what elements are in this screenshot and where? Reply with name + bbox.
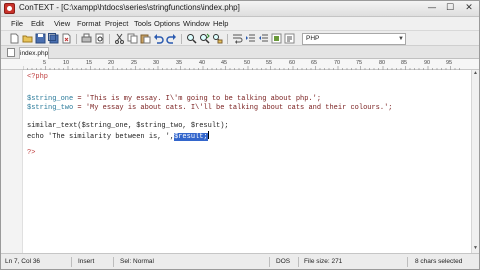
find-icon[interactable] xyxy=(186,33,197,44)
status-file-size: File size: 271 xyxy=(304,258,343,265)
toolbar-separator xyxy=(227,34,228,44)
bookmark-icon[interactable] xyxy=(271,33,282,44)
status-separator xyxy=(71,257,72,267)
context-app-icon[interactable] xyxy=(4,3,15,14)
paste-icon[interactable] xyxy=(140,33,151,44)
cut-icon[interactable] xyxy=(114,33,125,44)
menu-file[interactable]: File xyxy=(11,19,23,28)
code-text: = 'My essay is about cats. I\'ll be talk… xyxy=(73,104,393,112)
settings-icon[interactable] xyxy=(284,33,295,44)
undo-icon[interactable] xyxy=(153,33,164,44)
language-select-value: PHP xyxy=(306,35,320,42)
code-line-3[interactable]: $string_one = 'This is my essay. I\'m go… xyxy=(27,95,321,103)
status-selected-chars: 8 chars selected xyxy=(415,258,463,265)
maximize-button[interactable]: ☐ xyxy=(441,1,459,16)
code-line-4[interactable]: $string_two = 'My essay is about cats. I… xyxy=(27,104,392,112)
status-bar: Ln 7, Col 36 Insert Sel: Normal DOS File… xyxy=(1,253,479,269)
code-line-6[interactable]: similar_text($string_one, $string_two, $… xyxy=(27,122,229,130)
title-bar[interactable]: ConTEXT - [C:\xampp\htdocs\series\string… xyxy=(1,1,479,17)
scroll-up-icon[interactable]: ▲ xyxy=(472,70,479,78)
toolbar-separator xyxy=(76,34,77,44)
code-variable: $string_two xyxy=(27,104,74,112)
language-select[interactable]: PHP ▼ xyxy=(302,33,406,45)
document-tab-strip: index.php xyxy=(1,46,479,59)
minimize-button[interactable]: — xyxy=(423,1,441,16)
menu-bar: File Edit View Format Project Tools Opti… xyxy=(1,17,479,30)
editor-gutter[interactable] xyxy=(1,70,23,253)
print-preview-icon[interactable] xyxy=(94,33,105,44)
document-icon xyxy=(7,48,15,57)
scroll-down-icon[interactable]: ▼ xyxy=(472,245,479,253)
copy-icon[interactable] xyxy=(127,33,138,44)
status-mode: Insert xyxy=(78,258,95,265)
status-separator xyxy=(407,257,408,267)
selected-text[interactable]: $result; xyxy=(174,133,208,141)
app-window: ConTEXT - [C:\xampp\htdocs\series\string… xyxy=(0,0,480,270)
redo-icon[interactable] xyxy=(166,33,177,44)
menu-format[interactable]: Format xyxy=(77,19,101,28)
unindent-icon[interactable] xyxy=(258,33,269,44)
code-editor[interactable]: <?php $string_one = 'This is my essay. I… xyxy=(1,70,471,253)
open-folder-icon[interactable] xyxy=(22,33,33,44)
status-separator xyxy=(113,257,114,267)
tab-index-php[interactable]: index.php xyxy=(19,47,49,59)
new-file-icon[interactable] xyxy=(9,33,20,44)
status-selection-mode: Sel: Normal xyxy=(120,258,154,265)
vertical-scrollbar[interactable]: ▲ ▼ xyxy=(471,70,479,253)
chevron-down-icon[interactable]: ▼ xyxy=(398,34,404,44)
column-ruler: 5 10 15 20 25 30 35 40 45 50 55 60 65 70… xyxy=(1,59,479,70)
window-title: ConTEXT - [C:\xampp\htdocs\series\string… xyxy=(19,3,240,12)
menu-options[interactable]: Options xyxy=(154,19,180,28)
menu-window[interactable]: Window xyxy=(183,19,210,28)
text-cursor xyxy=(207,131,209,139)
indent-icon[interactable] xyxy=(245,33,256,44)
status-separator xyxy=(269,257,270,267)
menu-view[interactable]: View xyxy=(54,19,70,28)
code-line-1[interactable]: <?php xyxy=(27,73,48,81)
close-file-icon[interactable] xyxy=(61,33,72,44)
save-all-icon[interactable] xyxy=(48,33,59,44)
toolbar-separator xyxy=(181,34,182,44)
status-line-format: DOS xyxy=(276,258,291,265)
menu-edit[interactable]: Edit xyxy=(31,19,44,28)
toolbar-separator xyxy=(109,34,110,44)
code-line-7[interactable]: echo 'The similarity between is, ',$resu… xyxy=(27,131,209,141)
code-line-9[interactable]: ?> xyxy=(27,149,35,157)
menu-tools[interactable]: Tools xyxy=(134,19,152,28)
toolbar: PHP ▼ xyxy=(1,30,479,46)
find-next-icon[interactable] xyxy=(199,33,210,44)
status-position: Ln 7, Col 36 xyxy=(5,258,41,265)
close-button[interactable]: ✕ xyxy=(459,1,479,16)
menu-project[interactable]: Project xyxy=(105,19,128,28)
status-separator xyxy=(298,257,299,267)
save-icon[interactable] xyxy=(35,33,46,44)
word-wrap-icon[interactable] xyxy=(232,33,243,44)
replace-icon[interactable] xyxy=(212,33,223,44)
menu-help[interactable]: Help xyxy=(213,19,228,28)
code-text: = 'This is my essay. I\'m going to be ta… xyxy=(73,95,322,103)
print-icon[interactable] xyxy=(81,33,92,44)
code-variable: $string_one xyxy=(27,95,74,103)
code-text: echo 'The similarity between is, ', xyxy=(27,133,175,141)
